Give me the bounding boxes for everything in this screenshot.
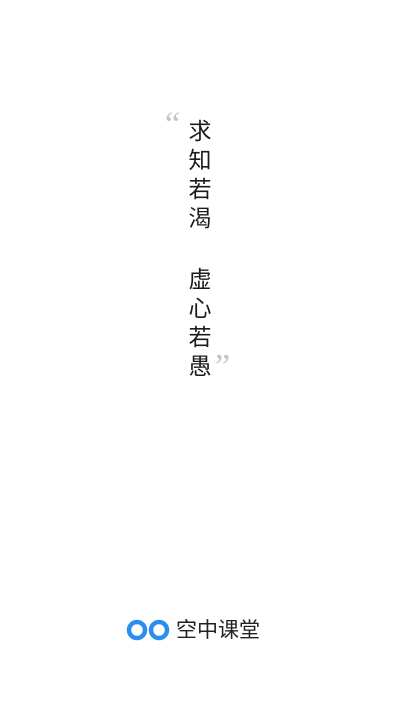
open-quote-mark: “ (165, 106, 181, 143)
motto-char: 求 (188, 119, 212, 145)
motto-char: 愚 (188, 354, 212, 380)
motto-char: 知 (188, 148, 212, 174)
motto-line-2: 虚 心 若 愚 (187, 266, 213, 382)
motto-char: 渴 (188, 206, 212, 232)
motto-char: 若 (188, 325, 212, 351)
motto-char: 心 (188, 296, 212, 322)
infinity-rings-icon (126, 619, 170, 641)
brand-name: 空中课堂 (176, 618, 260, 642)
motto-char: 若 (188, 177, 212, 203)
motto-char: 虚 (188, 267, 212, 293)
close-quote-mark: ” (215, 348, 231, 385)
brand-logo-lockup: 空中课堂 (126, 615, 260, 645)
motto-line-1: 求 知 若 渴 (187, 118, 213, 234)
